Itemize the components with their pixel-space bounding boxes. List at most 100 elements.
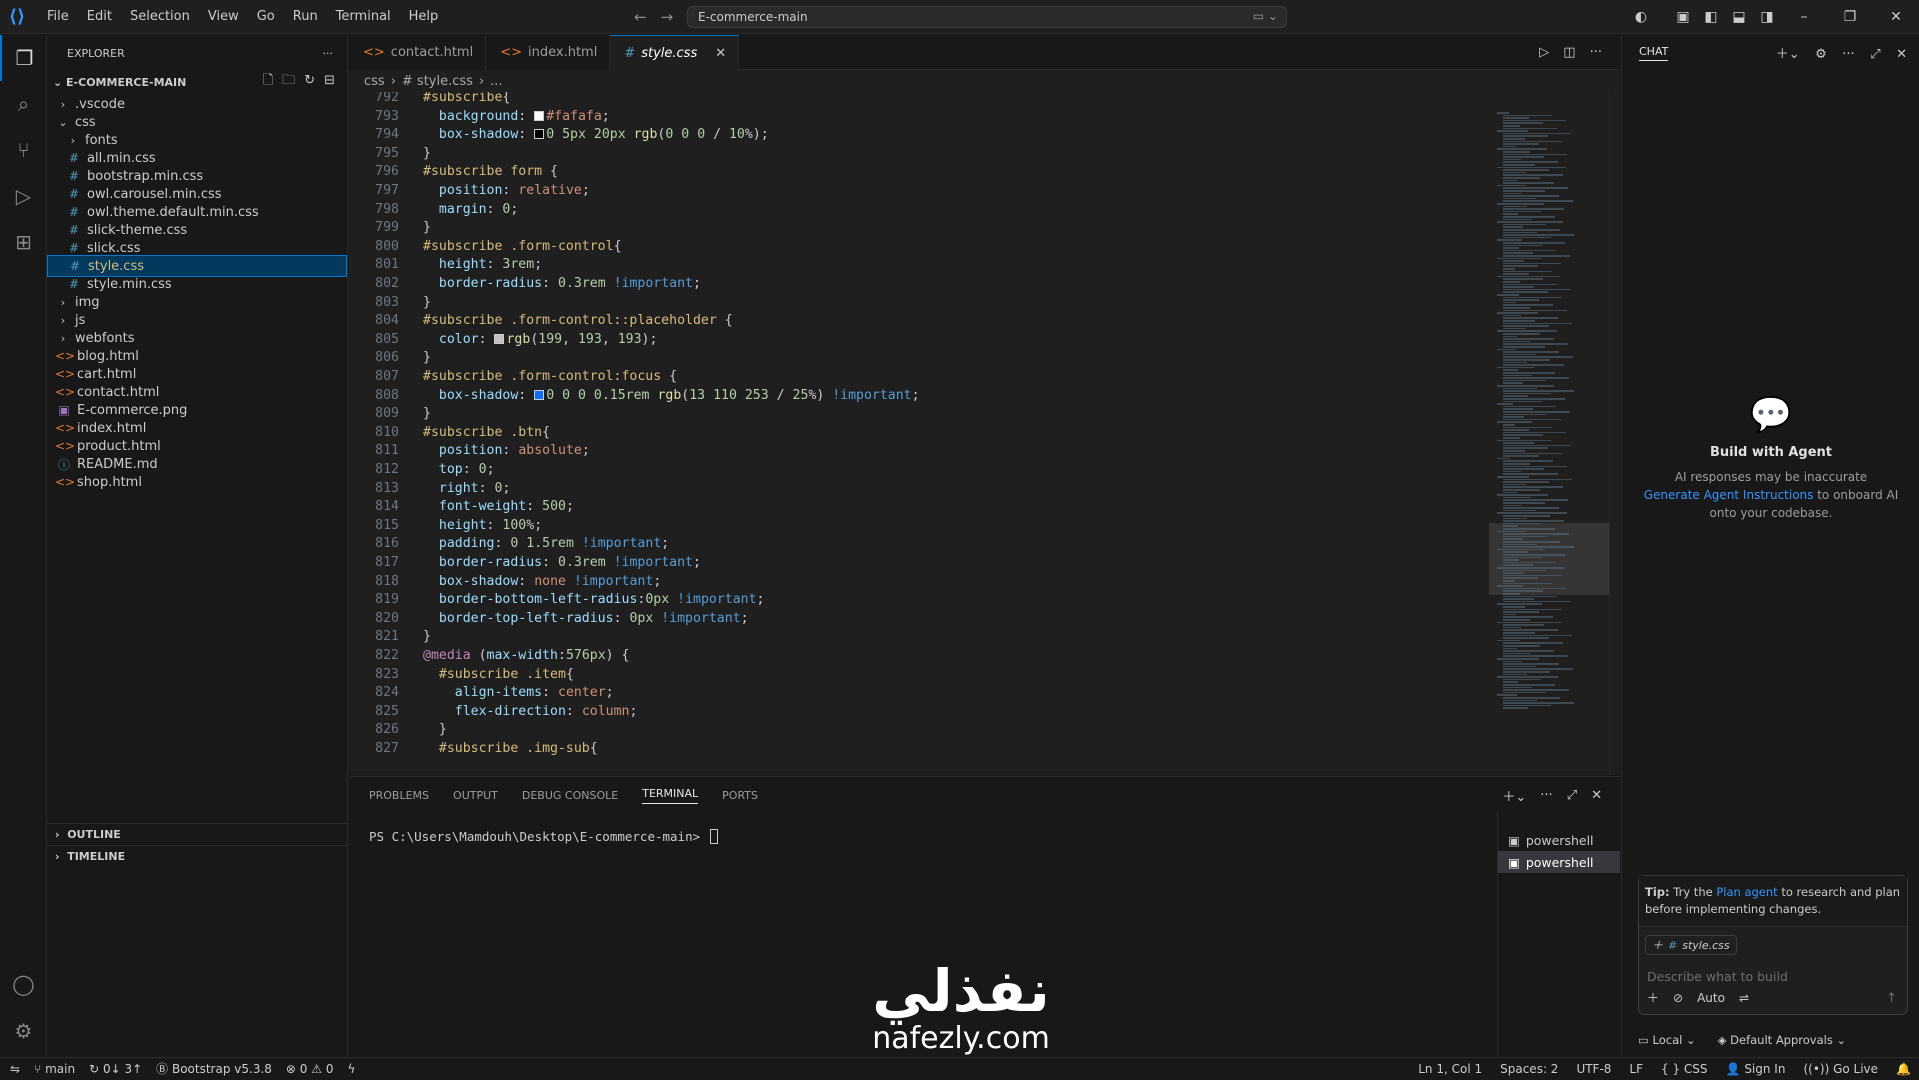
more-actions-icon[interactable]: ··· [1540,788,1552,803]
code-line[interactable]: 797 position: relative; [349,181,1489,200]
plan-agent-link[interactable]: Plan agent [1716,885,1777,899]
restore-icon[interactable]: ❐ [1827,9,1873,25]
breadcrumb-file[interactable]: # style.css [402,74,473,89]
code-line[interactable]: 804 #subscribe .form-control::placeholder… [349,311,1489,330]
breadcrumb-symbol[interactable]: ... [490,74,502,89]
generate-instructions-link[interactable]: Generate Agent Instructions [1644,488,1814,502]
approvals-picker[interactable]: ◈ Default Approvals ⌄ [1718,1033,1847,1047]
menu-view[interactable]: View [199,0,248,34]
menu-go[interactable]: Go [248,0,284,34]
tab-problems[interactable]: PROBLEMS [369,789,429,802]
new-terminal-icon[interactable]: ＋⌄ [1502,786,1526,805]
menu-terminal[interactable]: Terminal [327,0,400,34]
timeline-section[interactable]: › TIMELINE [47,845,347,867]
code-line[interactable]: 807 #subscribe .form-control:focus { [349,367,1489,386]
more-actions-icon[interactable]: ··· [1842,47,1854,62]
menu-run[interactable]: Run [284,0,327,34]
minimize-icon[interactable]: – [1781,9,1827,25]
encoding[interactable]: UTF-8 [1576,1062,1611,1076]
tab-index-html[interactable]: <> index.html [486,35,611,70]
tab-ports[interactable]: PORTS [722,789,758,802]
code-line[interactable]: 818 box-shadow: none !important; [349,572,1489,591]
more-actions-icon[interactable]: ··· [323,47,334,60]
code-line[interactable]: 792 #subscribe{ [349,92,1489,107]
code-line[interactable]: 803} [349,293,1489,312]
terminal-output[interactable]: PS C:\Users\Mamdouh\Desktop\E-commerce-m… [369,829,718,844]
command-center-search[interactable]: E-commerce-main ▭ ⌄ [687,6,1287,28]
notifications-bell-icon[interactable]: 🔔 [1896,1062,1911,1076]
menu-help[interactable]: Help [400,0,448,34]
forward-arrow-icon[interactable]: → [661,8,674,26]
code-line[interactable]: 813 right: 0; [349,479,1489,498]
code-line[interactable]: 822 @media (max-width:576px) { [349,646,1489,665]
mode-picker[interactable]: Auto [1697,991,1725,1005]
terminal-entry[interactable]: ▣ powershell [1498,851,1620,873]
code-line[interactable]: 814 font-weight: 500; [349,497,1489,516]
new-file-icon[interactable]: 🗋 [263,73,273,88]
tree-item[interactable]: <> shop.html [47,471,347,493]
code-line[interactable]: 805 color: rgb(199, 193, 193); [349,330,1489,349]
language-mode[interactable]: { } CSS [1661,1062,1708,1076]
code-line[interactable]: 812 top: 0; [349,460,1489,479]
code-line[interactable]: 801 height: 3rem; [349,255,1489,274]
branch-item[interactable]: ⑂ main [34,1062,75,1076]
code-line[interactable]: 798 margin: 0; [349,200,1489,219]
menu-file[interactable]: File [38,0,78,34]
code-editor[interactable]: 792 #subscribe{793 background: #fafafa; 79… [349,92,1489,775]
tools-icon[interactable]: ⊘ [1673,991,1683,1005]
location-picker[interactable]: ▭ Local ⌄ [1638,1033,1696,1047]
tab-debug-console[interactable]: DEBUG CONSOLE [522,789,618,802]
maximize-icon[interactable]: ⤢ [1870,47,1880,62]
back-arrow-icon[interactable]: ← [634,8,647,26]
new-chat-icon[interactable]: ＋⌄ [1776,47,1800,62]
split-editor-icon[interactable]: ◫ [1563,45,1575,60]
chat-toggle-icon[interactable]: ▭ ⌄ [1253,9,1278,23]
collapse-all-icon[interactable]: ⊟ [324,73,335,88]
tab-output[interactable]: OUTPUT [453,789,498,802]
code-line[interactable]: 817 border-radius: 0.3rem !important; [349,553,1489,572]
lightning-icon[interactable]: ϟ [347,1062,355,1076]
code-line[interactable]: 825 flex-direction: column; [349,702,1489,721]
terminal-entry[interactable]: ▣ powershell [1498,829,1620,851]
editor-scrollbar[interactable] [1609,92,1620,775]
code-line[interactable]: 794 box-shadow: 0 5px 20px rgb(0 0 0 / 1… [349,125,1489,144]
code-line[interactable]: 820 border-top-left-radius: 0px !importa… [349,609,1489,628]
workspace-folder[interactable]: ⌄ E-COMMERCE-MAIN 🗋 🗀 ↻ ⊟ [47,71,347,93]
code-line[interactable]: 800 #subscribe .form-control{ [349,237,1489,256]
maximize-panel-icon[interactable]: ⤢ [1567,788,1577,803]
code-line[interactable]: 796 #subscribe form { [349,162,1489,181]
outline-section[interactable]: › OUTLINE [47,823,347,845]
extensions-icon[interactable]: ⊞ [0,219,47,265]
customize-layout-icon[interactable]: ▣ [1669,9,1697,25]
code-line[interactable]: 823 #subscribe .item{ [349,665,1489,684]
context-attachment[interactable]: ＋ # style.css [1645,935,1737,955]
end-of-line[interactable]: LF [1629,1062,1643,1076]
source-control-icon[interactable]: ⑂ [0,127,47,173]
run-debug-icon[interactable]: ▷ [0,173,47,219]
code-line[interactable]: 799} [349,218,1489,237]
code-line[interactable]: 826 } [349,720,1489,739]
add-icon[interactable]: ＋ [1647,989,1659,1006]
go-live[interactable]: ((•)) Go Live [1803,1062,1878,1076]
refresh-icon[interactable]: ↻ [304,73,315,88]
code-line[interactable]: 816 padding: 0 1.5rem !important; [349,534,1489,553]
tab-style-css[interactable]: # style.css ✕ [610,35,740,70]
tab-contact-html[interactable]: <> contact.html [349,35,487,70]
settings-gear-icon[interactable]: ⚙ [0,1008,47,1054]
close-tab-icon[interactable]: ✕ [715,46,726,61]
code-line[interactable]: 809} [349,404,1489,423]
send-icon[interactable]: ↑ [1886,991,1897,1006]
indentation[interactable]: Spaces: 2 [1500,1062,1558,1076]
chat-input[interactable]: Describe what to build [1639,963,1907,990]
run-icon[interactable]: ▷ [1539,45,1549,60]
code-line[interactable]: 793 background: #fafafa; [349,107,1489,126]
options-icon[interactable]: ⇌ [1739,991,1749,1005]
code-line[interactable]: 806} [349,348,1489,367]
toggle-panel-icon[interactable]: ⬓ [1725,9,1753,25]
sign-in[interactable]: 👤 Sign In [1726,1062,1786,1076]
new-folder-icon[interactable]: 🗀 [282,73,295,88]
search-icon[interactable]: ⌕ [0,81,47,127]
breadcrumb-css[interactable]: css [364,74,385,89]
tab-terminal[interactable]: TERMINAL [642,787,699,804]
code-line[interactable]: 811 position: absolute; [349,441,1489,460]
